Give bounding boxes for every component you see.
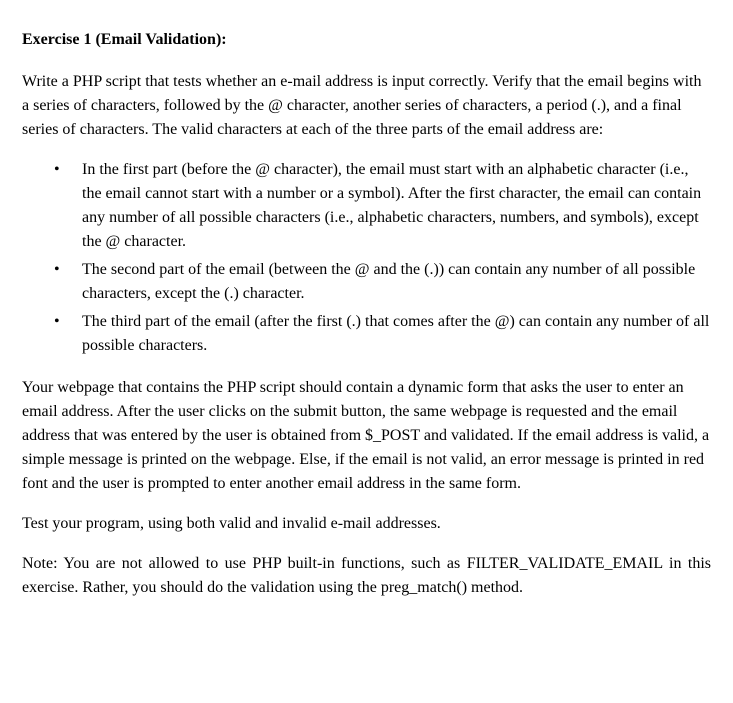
list-item: The third part of the email (after the f… bbox=[22, 310, 711, 358]
note-paragraph: Note: You are not allowed to use PHP bui… bbox=[22, 552, 711, 600]
intro-paragraph: Write a PHP script that tests whether an… bbox=[22, 70, 711, 142]
test-paragraph: Test your program, using both valid and … bbox=[22, 512, 711, 536]
instructions-paragraph: Your webpage that contains the PHP scrip… bbox=[22, 376, 711, 496]
list-item: The second part of the email (between th… bbox=[22, 258, 711, 306]
requirements-list: In the first part (before the @ characte… bbox=[22, 158, 711, 358]
exercise-title: Exercise 1 (Email Validation): bbox=[22, 28, 711, 52]
list-item: In the first part (before the @ characte… bbox=[22, 158, 711, 254]
